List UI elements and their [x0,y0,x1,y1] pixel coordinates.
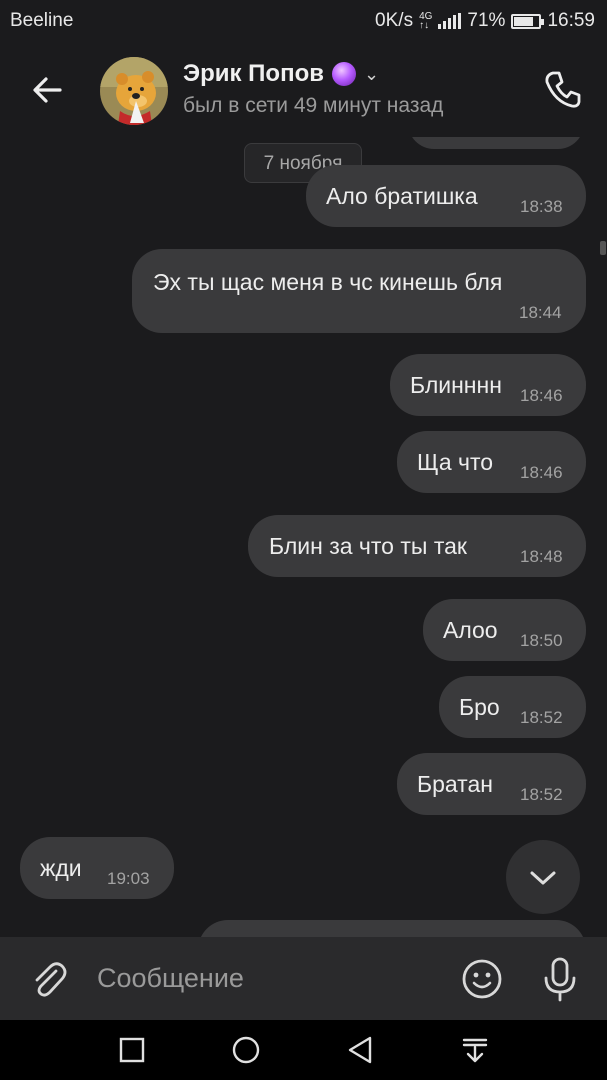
signal-icon [438,13,462,29]
status-indicators: 0K/s 4G ↑↓ 71% 16:59 [375,10,595,32]
message-text: Ща что [417,449,494,475]
message-time: 18:44 [519,303,562,322]
smiley-icon[interactable] [460,957,504,1001]
message-bubble[interactable]: Ща что 18:46 [397,431,586,493]
message-bubble[interactable]: Алоо 18:50 [423,599,586,661]
message-text: Блин за что ты так [269,533,467,559]
clock: 16:59 [547,10,595,31]
message-time: 18:38 [520,197,563,216]
contact-name[interactable]: Эрик Попов ⌄ [183,60,379,88]
message-composer: Сообщение [0,937,607,1020]
message-bubble[interactable]: Ало братишка 18:38 [306,165,586,227]
message-text: Эх ты щас меня в чс кинешь бля [153,269,503,295]
scrollbar-thumb[interactable] [600,241,606,255]
message-text: Братан [417,771,493,797]
chevron-down-icon[interactable]: ⌄ [364,64,379,85]
paperclip-icon[interactable] [26,957,70,1001]
message-bubble[interactable]: Бро 18:52 [439,676,586,738]
avatar[interactable] [100,57,168,125]
message-time: 18:46 [520,463,563,482]
message-bubble[interactable]: Эх ты щас меня в чс кинешь бля 18:44 [132,249,586,333]
home-icon[interactable] [231,1035,261,1065]
crystal-ball-icon [332,62,356,86]
battery-icon [511,13,545,29]
message-time: 18:52 [520,785,563,804]
message-text: Ало братишка [326,183,478,209]
message-time: 18:46 [520,386,563,405]
message-input[interactable]: Сообщение [97,963,244,994]
message-time: 19:03 [107,869,150,888]
message-bubble-partial [408,137,584,149]
message-list[interactable]: 7 ноября Ало братишка 18:38 Эх ты щас ме… [0,137,607,937]
system-navigation-bar [0,1020,607,1080]
message-text: Бро [459,694,500,720]
battery-percent: 71% [467,10,506,31]
arrow-left-icon[interactable] [28,70,68,110]
network-speed: 0K/s [375,10,414,31]
recent-apps-icon[interactable] [117,1035,147,1065]
message-bubble[interactable]: Блин за что ты так 18:48 [248,515,586,577]
notification-pulldown-icon[interactable] [460,1035,490,1065]
scroll-down-button[interactable] [506,840,580,914]
chat-header: Эрик Попов ⌄ был в сети 49 минут назад [0,42,607,137]
network-type: 4G ↑↓ [419,11,433,31]
message-time: 18:52 [520,708,563,727]
back-nav-icon[interactable] [345,1035,375,1065]
phone-icon[interactable] [541,67,585,111]
message-text: Блинннн [410,372,502,398]
message-bubble-partial [198,920,586,937]
last-seen-status: был в сети 49 минут назад [183,94,444,117]
status-bar: Beeline 0K/s 4G ↑↓ 71% 16:59 [0,0,607,42]
message-text: Алоо [443,617,498,643]
microphone-icon[interactable] [540,955,580,1003]
message-bubble[interactable]: Блинннн 18:46 [390,354,586,416]
message-bubble[interactable]: Братан 18:52 [397,753,586,815]
chevron-down-icon [530,871,556,885]
message-bubble-incoming[interactable]: жди 19:03 [20,837,174,899]
message-time: 18:50 [520,631,563,650]
message-time: 18:48 [520,547,563,566]
carrier-name: Beeline [10,10,74,31]
message-text: жди [40,855,82,881]
